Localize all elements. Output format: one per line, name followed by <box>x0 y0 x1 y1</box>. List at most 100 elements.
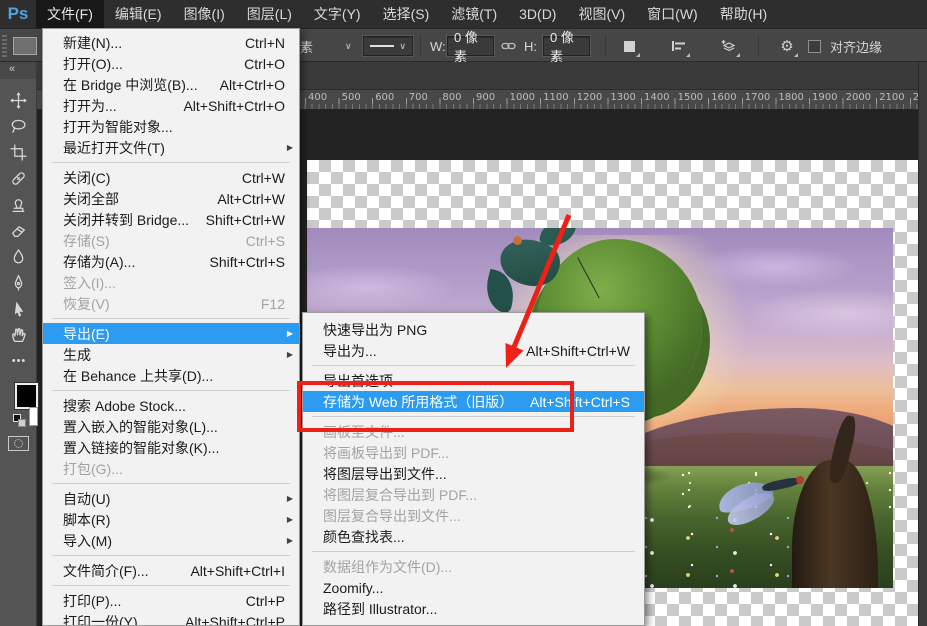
export-submenu-item[interactable]: 路径到 Illustrator... <box>303 598 644 619</box>
quick-mask-button[interactable] <box>8 436 29 451</box>
healing-brush-tool[interactable] <box>7 167 29 189</box>
file-menu-item[interactable]: 文件简介(F)...Alt+Shift+Ctrl+I <box>43 560 299 581</box>
menubar-item[interactable]: 3D(D) <box>508 0 567 28</box>
background-color-swatch[interactable] <box>29 407 38 426</box>
annotation-highlight-box <box>297 381 574 432</box>
path-select-tool-icon <box>10 300 27 317</box>
file-menu-separator <box>52 483 290 484</box>
file-menu: 新建(N)...Ctrl+N打开(O)...Ctrl+O在 Bridge 中浏览… <box>42 28 300 626</box>
path-alignment-button[interactable] <box>668 35 690 57</box>
menubar-item[interactable]: 窗口(W) <box>636 0 709 28</box>
link-dimensions-icon[interactable] <box>501 29 516 63</box>
more-tools[interactable] <box>7 349 29 371</box>
export-submenu-item[interactable]: 颜色查找表... <box>303 526 644 547</box>
width-input[interactable]: 0 像素 <box>447 36 494 56</box>
export-submenu-item-label: 将图层导出到文件... <box>323 464 630 484</box>
ruler-label: 1200 <box>577 92 602 103</box>
menubar-item[interactable]: 文字(Y) <box>303 0 372 28</box>
menubar-item[interactable]: 文件(F) <box>36 0 104 28</box>
file-menu-item-label: 最近打开文件(T) <box>63 138 285 158</box>
tool-preset-picker[interactable] <box>13 37 37 55</box>
file-menu-item[interactable]: 打开为智能对象... <box>43 116 299 137</box>
foreground-color-swatch[interactable] <box>15 383 38 409</box>
menubar-item[interactable]: 选择(S) <box>372 0 441 28</box>
file-menu-item[interactable]: 打开(O)...Ctrl+O <box>43 53 299 74</box>
file-menu-item[interactable]: 在 Bridge 中浏览(B)...Alt+Ctrl+O <box>43 74 299 95</box>
export-submenu-item[interactable]: Zoomify... <box>303 577 644 598</box>
align-edges-checkbox[interactable] <box>808 40 821 53</box>
file-menu-item-label: 导入(M) <box>63 531 285 551</box>
file-menu-item[interactable]: 置入嵌入的智能对象(L)... <box>43 416 299 437</box>
file-menu-item[interactable]: 打开为...Alt+Shift+Ctrl+O <box>43 95 299 116</box>
file-menu-item: 打包(G)... <box>43 458 299 479</box>
file-menu-item[interactable]: 关闭并转到 Bridge...Shift+Ctrl+W <box>43 209 299 230</box>
lasso-tool-icon <box>10 118 27 135</box>
file-menu-item[interactable]: 导入(M)▶ <box>43 530 299 551</box>
file-menu-item[interactable]: 打印(P)...Ctrl+P <box>43 590 299 611</box>
file-menu-item: 签入(I)... <box>43 272 299 293</box>
move-tool-icon <box>10 92 27 109</box>
dragonfly-body <box>762 476 801 493</box>
export-submenu-item: 将图层复合导出到 PDF... <box>303 484 644 505</box>
export-submenu-item-label: 路径到 Illustrator... <box>323 599 630 619</box>
width-label: W: <box>430 39 446 54</box>
hand-tool[interactable] <box>7 323 29 345</box>
path-select-tool[interactable] <box>7 297 29 319</box>
stroke-type-dropdown[interactable]: ∨ <box>363 29 413 63</box>
file-menu-item-label: 关闭(C) <box>63 168 224 188</box>
ruler-label: 1500 <box>678 92 703 103</box>
file-menu-item[interactable]: 生成▶ <box>43 344 299 365</box>
extra-options-button[interactable]: ⚙ <box>776 35 798 57</box>
file-menu-item[interactable]: 导出(E)▶ <box>43 323 299 344</box>
file-menu-separator <box>52 318 290 319</box>
file-menu-item[interactable]: 关闭(C)Ctrl+W <box>43 167 299 188</box>
file-menu-item[interactable]: 脚本(R)▶ <box>43 509 299 530</box>
menubar-item[interactable]: 图像(I) <box>173 0 236 28</box>
menubar-item[interactable]: 视图(V) <box>567 0 636 28</box>
path-operations-button[interactable] <box>618 35 640 57</box>
export-submenu-item-label: 图层复合导出到文件... <box>323 506 630 526</box>
file-menu-item-label: 新建(N)... <box>63 33 227 53</box>
eraser-tool[interactable] <box>7 219 29 241</box>
pen-tool[interactable] <box>7 271 29 293</box>
blur-tool[interactable] <box>7 245 29 267</box>
toolbar-collapse-button[interactable]: « <box>0 62 36 79</box>
clone-stamp-tool[interactable] <box>7 193 29 215</box>
file-menu-item[interactable]: 存储为(A)...Shift+Ctrl+S <box>43 251 299 272</box>
gear-icon: ⚙ <box>780 37 793 55</box>
move-tool[interactable] <box>7 89 29 111</box>
height-input[interactable]: 0 像素 <box>543 36 590 56</box>
healing-brush-tool-icon <box>10 170 27 187</box>
ruler-label: 1800 <box>778 92 803 103</box>
file-menu-item[interactable]: 打印一份(Y)Alt+Shift+Ctrl+P <box>43 611 299 626</box>
export-submenu-item[interactable]: 导出为...Alt+Shift+Ctrl+W <box>303 340 644 361</box>
file-menu-item[interactable]: 新建(N)...Ctrl+N <box>43 32 299 53</box>
file-menu-item-shortcut: Alt+Ctrl+O <box>220 77 285 93</box>
default-colors-icon[interactable] <box>13 414 27 428</box>
export-submenu-item[interactable]: 将图层导出到文件... <box>303 463 644 484</box>
file-menu-item[interactable]: 关闭全部Alt+Ctrl+W <box>43 188 299 209</box>
width-value: 0 像素 <box>454 27 487 65</box>
file-menu-item[interactable]: 置入链接的智能对象(K)... <box>43 437 299 458</box>
file-menu-item[interactable]: 搜索 Adobe Stock... <box>43 395 299 416</box>
align-edges-label: 对齐边缘 <box>830 37 882 56</box>
options-divider <box>420 35 421 57</box>
crop-tool[interactable] <box>7 141 29 163</box>
file-menu-item[interactable]: 最近打开文件(T)▶ <box>43 137 299 158</box>
file-menu-item[interactable]: 在 Behance 上共享(D)... <box>43 365 299 386</box>
menubar-item[interactable]: 编辑(E) <box>104 0 173 28</box>
menubar-item[interactable]: 图层(L) <box>236 0 303 28</box>
submenu-arrow-icon: ▶ <box>287 350 293 359</box>
unit-dropdown[interactable]: 素 ∨ <box>300 29 352 63</box>
file-menu-item-label: 置入链接的智能对象(K)... <box>63 438 285 458</box>
export-submenu-item[interactable]: 快速导出为 PNG <box>303 319 644 340</box>
lasso-tool[interactable] <box>7 115 29 137</box>
ruler-label: 1900 <box>812 92 837 103</box>
menubar-item[interactable]: 帮助(H) <box>709 0 778 28</box>
menubar-item[interactable]: 滤镜(T) <box>440 0 508 28</box>
file-menu-item[interactable]: 自动(U)▶ <box>43 488 299 509</box>
file-menu-item: 恢复(V)F12 <box>43 293 299 314</box>
path-arrangement-button[interactable] <box>718 35 740 57</box>
ruler-label: 600 <box>375 92 394 103</box>
file-menu-item-shortcut: Alt+Shift+Ctrl+I <box>190 563 285 579</box>
